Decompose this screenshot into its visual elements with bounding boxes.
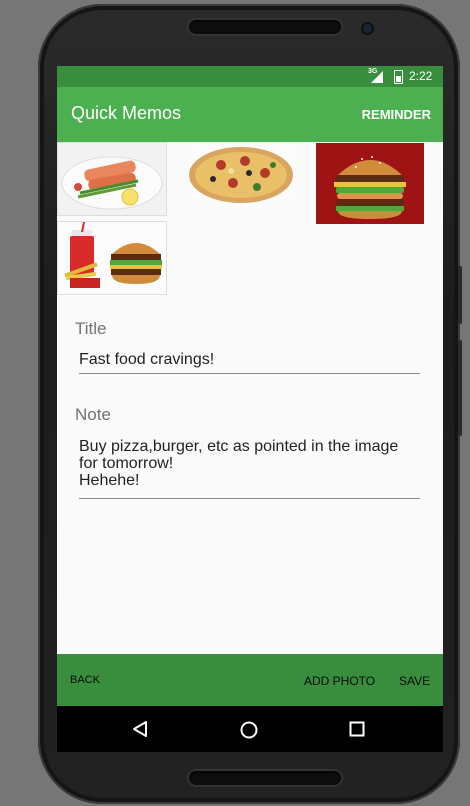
pizza-photo[interactable]: [187, 143, 295, 206]
title-label: Title: [75, 319, 107, 338]
back-button[interactable]: BACK: [70, 674, 100, 686]
salmon-plate-photo[interactable]: [58, 143, 166, 215]
volume-button: [458, 340, 462, 436]
save-button[interactable]: SAVE: [399, 674, 430, 688]
earpiece-speaker: [189, 20, 341, 34]
app-screen: 3G 2:22 Quick Memos REMINDER Title Fast …: [57, 66, 443, 752]
triangle-back-icon[interactable]: [131, 720, 149, 738]
add-photo-button[interactable]: ADD PHOTO: [304, 674, 375, 688]
status-bar: 3G 2:22: [57, 66, 443, 87]
fast-food-combo-photo[interactable]: [58, 222, 166, 294]
app-bar: Quick Memos REMINDER: [57, 87, 443, 142]
square-recents-icon[interactable]: [349, 721, 365, 737]
app-title: Quick Memos: [71, 103, 182, 123]
system-nav-bar: [57, 706, 443, 752]
front-camera: [363, 24, 372, 33]
power-button: [458, 266, 462, 324]
signal-icon: [371, 71, 383, 83]
reminder-button[interactable]: REMINDER: [362, 107, 431, 122]
note-input[interactable]: Buy pizza,burger, etc as pointed in the …: [79, 438, 420, 499]
note-label: Note: [75, 405, 111, 424]
burger-photo[interactable]: [316, 143, 424, 224]
status-time: 2:22: [409, 69, 433, 83]
title-input[interactable]: Fast food cravings!: [79, 351, 420, 374]
battery-icon: [394, 70, 403, 84]
bottom-action-bar: BACK ADD PHOTO SAVE: [57, 654, 443, 706]
bottom-speaker: [189, 771, 341, 785]
circle-home-icon[interactable]: [239, 720, 259, 740]
